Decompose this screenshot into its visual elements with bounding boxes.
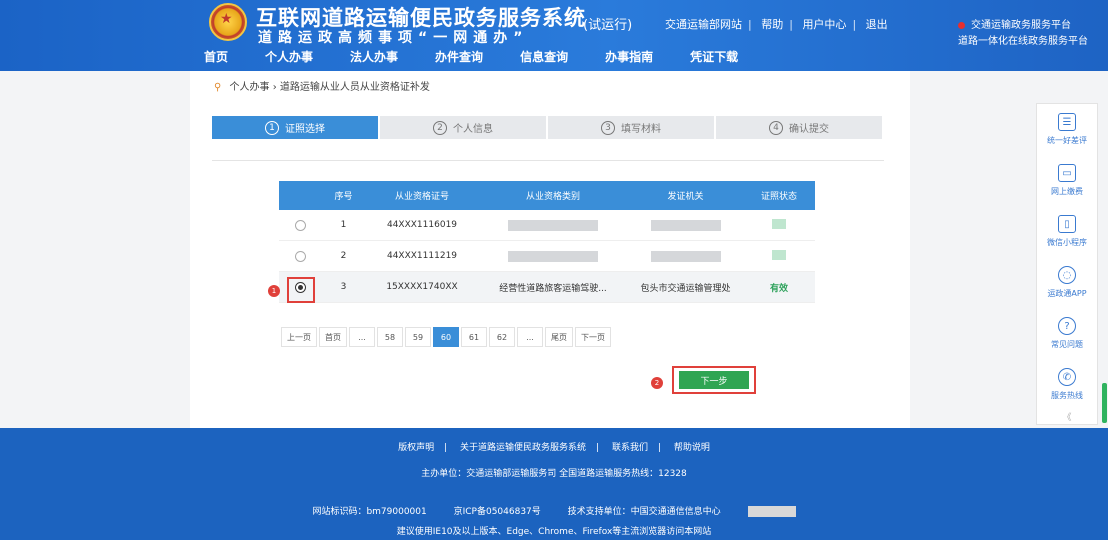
sidebar-item-hotline[interactable]: ✆ 服务热线 [1037, 359, 1097, 410]
step-4: 4 确认提交 [716, 116, 882, 139]
page-prev[interactable]: 上一页 [281, 327, 317, 347]
nav-guide[interactable]: 办事指南 [605, 48, 653, 70]
trial-label: (试运行) [583, 18, 633, 33]
site-header: ★ 互联网道路运输便民政务服务系统 (试运行) 道路运政高频事项“一网通办” 交… [0, 0, 1108, 71]
row-radio[interactable] [294, 219, 306, 231]
page-current[interactable]: 60 [433, 327, 459, 347]
nav-personal[interactable]: 个人办事 [265, 48, 313, 70]
breadcrumb: ⚲ 个人办事 › 道路运输从业人员从业资格证补发 [214, 82, 430, 93]
footer-browser-note: 建议使用IE10及以上版本、Edge、Chrome、Firefox等主流浏览器访… [396, 527, 712, 537]
annotation-1: 1 [268, 285, 280, 297]
app-icon: ◌ [1058, 266, 1076, 284]
red-dot-icon [958, 21, 965, 29]
card-icon: ▭ [1058, 164, 1076, 182]
page-first[interactable]: 首页 [319, 327, 347, 347]
status-valid: 有效 [769, 283, 788, 294]
national-emblem-icon: ★ [209, 3, 247, 41]
page-number[interactable]: 61 [461, 327, 487, 347]
step-1: 1 证照选择 [212, 116, 378, 139]
footer: 版权声明 | 关于道路运输便民政务服务系统 | 联系我们 | 帮助说明 主办单位：交通… [0, 428, 1108, 540]
breadcrumb-home[interactable]: 个人办事 [230, 82, 270, 93]
footer-icp: 京ICP备05046837号 [453, 507, 541, 517]
sidebar-item-app[interactable]: ◌ 运政通APP [1037, 257, 1097, 308]
step-indicator: 1 证照选择 2 个人信息 3 填写材料 4 确认提交 [212, 116, 884, 139]
page-number[interactable]: 62 [489, 327, 515, 347]
sidebar-item-miniprogram[interactable]: ▯ 微信小程序 [1037, 206, 1097, 257]
gov-badge-icon[interactable] [747, 506, 796, 517]
link-mot[interactable]: 交通运输部网站 [665, 18, 742, 31]
sidebar-item-review[interactable]: ☰ 统一好差评 [1037, 104, 1097, 155]
next-step-button[interactable]: 下一步 [679, 371, 749, 389]
link-logout[interactable]: 退出 [866, 18, 888, 31]
page-next[interactable]: 下一页 [575, 327, 611, 347]
redacted-text [508, 219, 598, 231]
step-3: 3 填写材料 [548, 116, 714, 139]
row-radio[interactable] [294, 250, 306, 262]
footer-link-about[interactable]: 关于道路运输便民政务服务系统 [460, 443, 586, 453]
platform-link-2[interactable]: 道路一体化在线政务服务平台 [958, 32, 1088, 47]
nav-query[interactable]: 办件查询 [435, 48, 483, 70]
phone-icon: ▯ [1058, 215, 1076, 233]
collapse-icon[interactable]: 《 [1037, 410, 1097, 430]
divider [212, 160, 884, 161]
table-header: 序号 从业资格证号 从业资格类别 发证机关 证照状态 [279, 181, 815, 210]
link-user-center[interactable]: 用户中心 [802, 18, 846, 31]
platform-link[interactable]: 交通运输政务服务平台 [958, 16, 1071, 31]
nav-home[interactable]: 首页 [204, 48, 228, 70]
certificate-table: 序号 从业资格证号 从业资格类别 发证机关 证照状态 1 44XXX111601… [279, 181, 815, 303]
footer-tech-support: 技术支持单位：中国交通通信信息中心 [567, 507, 721, 517]
table-row[interactable]: 1 44XXX1116019 [279, 210, 815, 241]
footer-link-contact[interactable]: 联系我们 [612, 443, 648, 453]
top-links: 交通运输部网站 | 帮助 | 用户中心 | 退出 [665, 18, 888, 31]
page-last[interactable]: 尾页 [545, 327, 573, 347]
call-icon: ✆ [1058, 368, 1076, 386]
footer-sponsor: 主办单位：交通运输部运输服务司 全国道路运输服务热线：12328 [421, 469, 687, 479]
question-icon: ? [1058, 317, 1076, 335]
right-sidebar: ☰ 统一好差评 ▭ 网上缴费 ▯ 微信小程序 ◌ 运政通APP ? 常见问题 ✆ 服务热线 … [1036, 103, 1098, 425]
table-row[interactable]: 2 44XXX1111219 [279, 241, 815, 272]
nav-info[interactable]: 信息查询 [520, 48, 568, 70]
page-number[interactable]: 58 [377, 327, 403, 347]
list-icon: ☰ [1058, 113, 1076, 131]
footer-link-copyright[interactable]: 版权声明 [398, 443, 434, 453]
status-badge [772, 218, 786, 229]
highlight-box-radio [287, 277, 315, 303]
nav-legal[interactable]: 法人办事 [350, 48, 398, 70]
link-help[interactable]: 帮助 [761, 18, 783, 31]
redacted-text [650, 219, 721, 231]
sidebar-item-payment[interactable]: ▭ 网上缴费 [1037, 155, 1097, 206]
footer-site-id: 网站标识码：bm79000001 [312, 507, 427, 517]
page-ellipsis: ... [517, 327, 543, 347]
footer-link-help[interactable]: 帮助说明 [674, 443, 710, 453]
nav-download[interactable]: 凭证下载 [690, 48, 738, 70]
scrollbar[interactable] [1102, 383, 1107, 423]
page-number[interactable]: 59 [405, 327, 431, 347]
status-badge [772, 249, 786, 260]
sidebar-item-faq[interactable]: ? 常见问题 [1037, 308, 1097, 359]
page-ellipsis: ... [349, 327, 375, 347]
redacted-text [650, 250, 721, 262]
annotation-2: 2 [651, 377, 663, 389]
main-nav: 首页 个人办事 法人办事 办件查询 信息查询 办事指南 凭证下载 [204, 48, 775, 70]
redacted-text [508, 250, 598, 262]
location-icon: ⚲ [214, 82, 222, 93]
table-row-selected[interactable]: 3 15XXXX1740XX 经营性道路旅客运输驾驶... 包头市交通运输管理处… [279, 272, 815, 303]
pagination: 上一页 首页 ... 58 59 60 61 62 ... 尾页 下一页 [281, 327, 613, 347]
breadcrumb-current: 道路运输从业人员从业资格证补发 [279, 82, 430, 93]
step-2: 2 个人信息 [380, 116, 546, 139]
slogan: 道路运政高频事项“一网通办” [258, 30, 529, 46]
